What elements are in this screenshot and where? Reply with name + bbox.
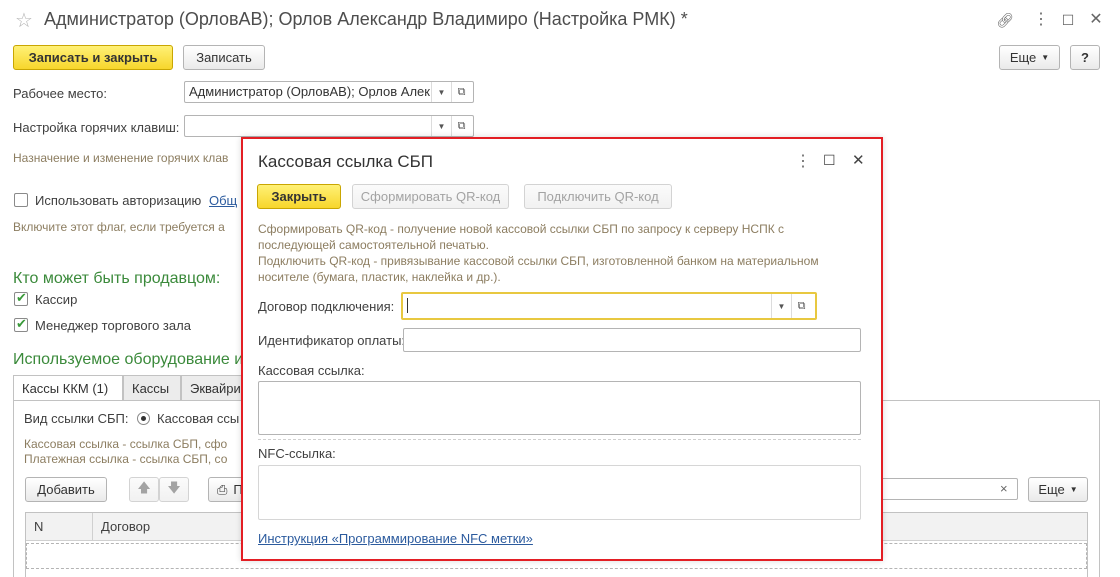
contract-field[interactable]: ▼ ⧉ bbox=[401, 292, 817, 320]
arrow-down-icon: 🡇 bbox=[167, 479, 181, 495]
text-cursor bbox=[407, 298, 408, 313]
sbp-hint-1: Кассовая ссылка - ссылка СБП, сфо bbox=[24, 437, 228, 451]
close-button[interactable]: Закрыть bbox=[257, 184, 341, 209]
dialog-more-icon[interactable]: ⋮ bbox=[795, 151, 811, 171]
window-title: Администратор (ОрловАВ); Орлов Александр… bbox=[44, 9, 688, 29]
cashier-checkbox[interactable] bbox=[14, 290, 28, 306]
list-search-input[interactable]: × bbox=[878, 478, 1018, 500]
cash-link-textarea[interactable] bbox=[258, 381, 861, 435]
auth-hint: Включите этот флаг, если требуется а bbox=[13, 220, 225, 234]
contract-label: Договор подключения: bbox=[258, 299, 395, 314]
column-divider bbox=[92, 513, 93, 541]
more-label: Еще bbox=[1009, 50, 1037, 65]
dialog-title: Кассовая ссылка СБП bbox=[258, 152, 434, 171]
nfc-link-textarea[interactable] bbox=[258, 465, 861, 520]
dropdown-icon[interactable]: ▼ bbox=[771, 294, 791, 318]
cash-link-label: Кассовая ссылка: bbox=[258, 363, 365, 378]
more-icon[interactable]: ⋮ bbox=[1032, 11, 1050, 29]
tab-cash-registers[interactable]: Кассы ККМ (1) bbox=[13, 375, 123, 400]
sbp-radio[interactable] bbox=[137, 412, 150, 425]
sbp-link-dialog: Кассовая ссылка СБП ⋮ ☐ ✕ Закрыть Сформи… bbox=[241, 137, 883, 561]
chevron-down-icon: ▼ bbox=[1041, 53, 1050, 62]
sbp-label: Вид ссылки СБП: bbox=[24, 411, 129, 426]
description-line-3: Подключить QR-код - привязывание кассово… bbox=[258, 254, 819, 268]
separator bbox=[258, 439, 861, 440]
workplace-value: Администратор (ОрловАВ); Орлов Алек bbox=[189, 84, 430, 99]
open-icon[interactable]: ⧉ bbox=[451, 116, 471, 136]
manager-checkbox[interactable] bbox=[14, 316, 28, 332]
dropdown-icon[interactable]: ▼ bbox=[431, 116, 451, 136]
save-and-close-button[interactable]: Записать и закрыть bbox=[13, 45, 173, 70]
description-line-2: последующей самостоятельной печатью. bbox=[258, 238, 489, 252]
dropdown-icon[interactable]: ▼ bbox=[431, 82, 451, 102]
payment-id-label: Идентификатор оплаты: bbox=[258, 333, 406, 348]
description-line-4: носителе (бумага, пластик, наклейка и др… bbox=[258, 270, 501, 284]
dialog-close-icon[interactable]: ✕ bbox=[852, 151, 865, 169]
connect-qr-button[interactable]: Подключить QR-код bbox=[524, 184, 672, 209]
maximize-icon[interactable]: ☐ bbox=[1059, 11, 1077, 29]
more-label-2: Еще bbox=[1038, 482, 1065, 497]
column-contract[interactable]: Договор bbox=[101, 519, 150, 534]
help-button[interactable]: ? bbox=[1070, 45, 1100, 70]
open-icon[interactable]: ⧉ bbox=[451, 82, 471, 102]
auth-checkbox-label: Использовать авторизацию bbox=[35, 193, 202, 208]
column-n[interactable]: N bbox=[34, 519, 43, 534]
payment-id-field[interactable] bbox=[403, 328, 861, 352]
hotkeys-hint: Назначение и изменение горячих клав bbox=[13, 151, 229, 165]
close-icon[interactable]: ✕ bbox=[1087, 11, 1105, 29]
equipment-heading: Используемое оборудование и bbox=[13, 351, 244, 368]
workplace-field[interactable]: Администратор (ОрловАВ); Орлов Алек ▼ ⧉ bbox=[184, 81, 474, 103]
dialog-maximize-icon[interactable]: ☐ bbox=[823, 152, 836, 169]
move-down-button[interactable]: 🡇 bbox=[159, 477, 189, 502]
nfc-instruction-link[interactable]: Инструкция «Программирование NFC метки» bbox=[258, 531, 533, 546]
save-button[interactable]: Записать bbox=[183, 45, 265, 70]
tab-acquiring[interactable]: Эквайри bbox=[181, 375, 243, 400]
add-button[interactable]: Добавить bbox=[25, 477, 107, 502]
print-icon: ⎙ bbox=[217, 481, 228, 497]
clear-icon[interactable]: × bbox=[1000, 481, 1008, 496]
arrow-up-icon: 🡅 bbox=[137, 479, 151, 495]
open-icon[interactable]: ⧉ bbox=[791, 294, 811, 318]
radio-dot bbox=[141, 416, 146, 421]
auth-checkbox[interactable] bbox=[14, 193, 28, 207]
favorite-star-icon[interactable]: ☆ bbox=[15, 8, 33, 33]
cashier-label: Кассир bbox=[35, 292, 78, 307]
more-button-2[interactable]: Еще ▼ bbox=[1028, 477, 1088, 502]
sellers-heading: Кто может быть продавцом: bbox=[13, 270, 221, 287]
move-up-button[interactable]: 🡅 bbox=[129, 477, 159, 502]
more-button[interactable]: Еще ▼ bbox=[999, 45, 1060, 70]
manager-label: Менеджер торгового зала bbox=[35, 318, 191, 333]
sbp-option-label: Кассовая ссы bbox=[157, 411, 240, 426]
tab-cashboxes[interactable]: Кассы bbox=[123, 375, 181, 400]
link-icon[interactable]: 🔗︎ bbox=[996, 11, 1014, 29]
sbp-hint-2: Платежная ссылка - ссылка СБП, со bbox=[24, 452, 228, 466]
chevron-down-icon: ▼ bbox=[1069, 485, 1078, 494]
workplace-label: Рабочее место: bbox=[13, 86, 108, 101]
hotkeys-field[interactable]: ▼ ⧉ bbox=[184, 115, 474, 137]
nfc-link-label: NFC-ссылка: bbox=[258, 446, 336, 461]
description-line-1: Сформировать QR-код - получение новой ка… bbox=[258, 222, 785, 236]
auth-settings-link[interactable]: Общ bbox=[209, 193, 237, 208]
generate-qr-button[interactable]: Сформировать QR-код bbox=[352, 184, 509, 209]
hotkeys-label: Настройка горячих клавиш: bbox=[13, 120, 180, 135]
